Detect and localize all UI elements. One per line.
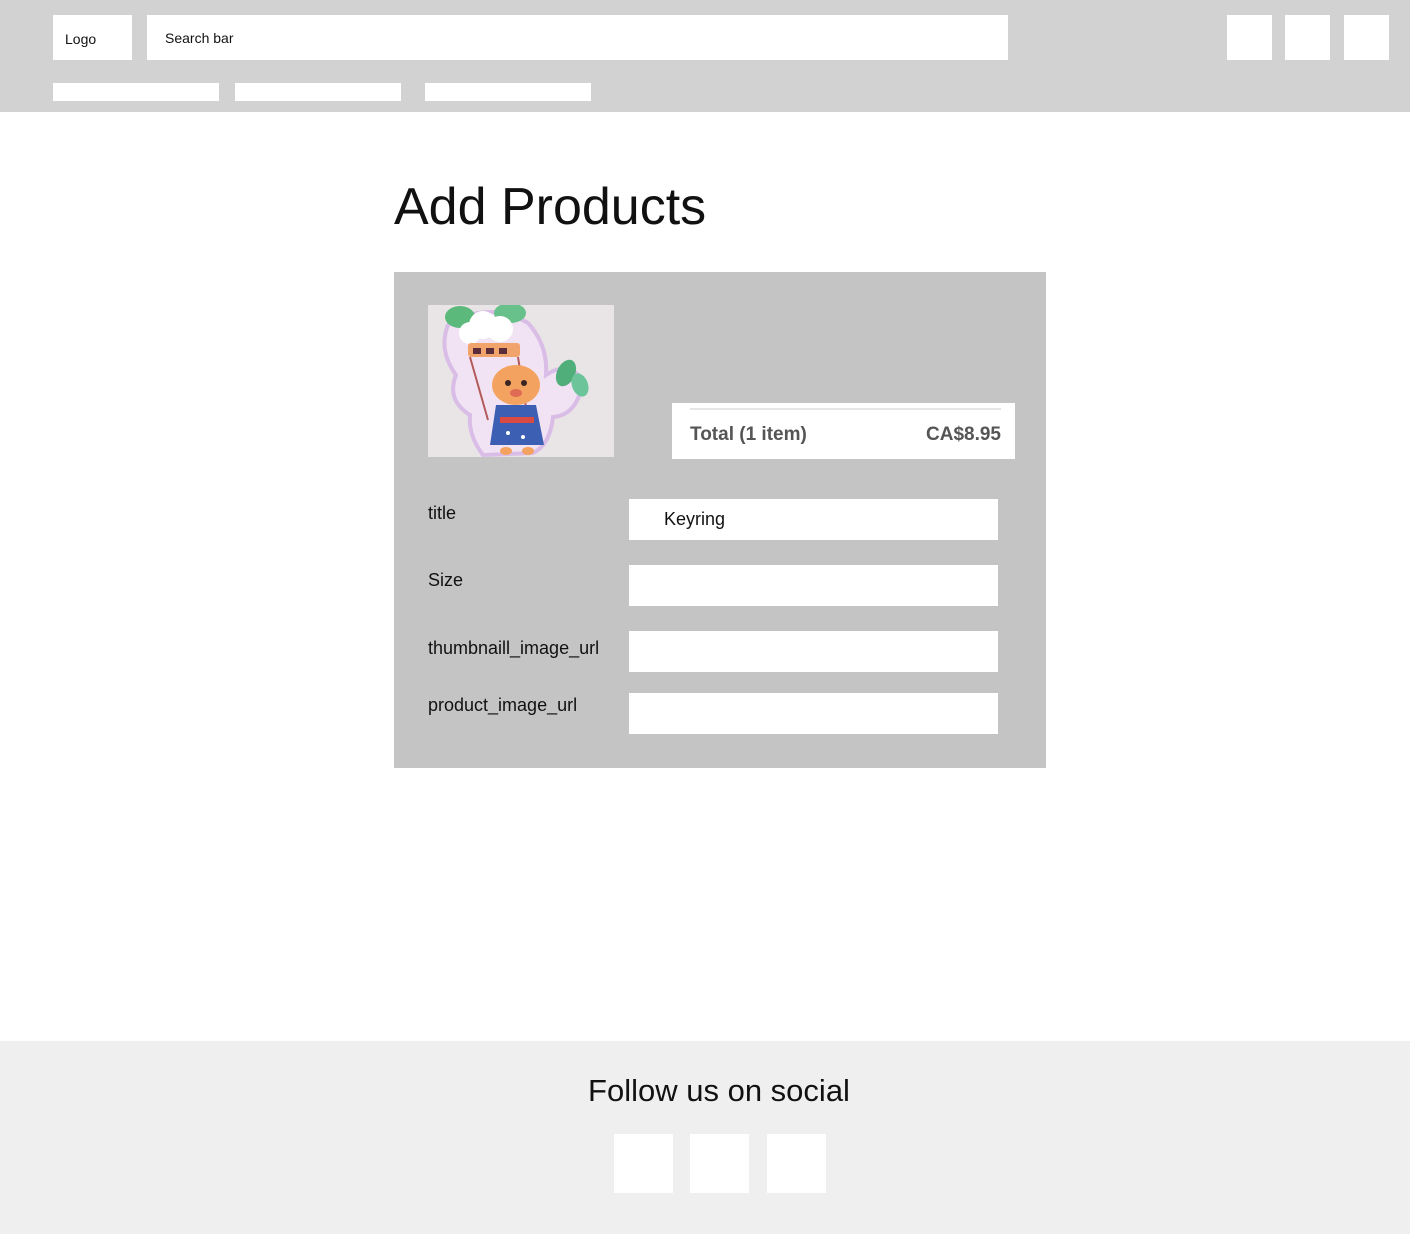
thumbnail-url-input[interactable] (629, 631, 998, 672)
page-title: Add Products (394, 178, 707, 236)
order-total-summary: Total (1 item) CA$8.95 (672, 403, 1015, 459)
nav-item-3[interactable] (425, 83, 591, 101)
header-icon-button-3[interactable] (1344, 15, 1389, 60)
product-form-panel: Total (1 item) CA$8.95 title Size thumbn… (394, 272, 1046, 768)
search-input[interactable] (147, 15, 1008, 60)
field-label-thumbnail-url: thumbnaill_image_url (428, 638, 600, 658)
field-label-product-image-url: product_image_url (428, 695, 578, 715)
total-label: Total (1 item) (690, 424, 807, 445)
social-icon-2[interactable] (690, 1134, 749, 1193)
footer-title: Follow us on social (588, 1073, 850, 1108)
header-icon-button-2[interactable] (1285, 15, 1330, 60)
social-icon-3[interactable] (767, 1134, 826, 1193)
social-icon-1[interactable] (614, 1134, 673, 1193)
footer: Follow us on social (0, 1041, 1410, 1234)
nav-item-1[interactable] (53, 83, 219, 101)
field-label-size: Size (428, 570, 464, 590)
nav-item-2[interactable] (235, 83, 401, 101)
total-price: CA$8.95 (926, 424, 1001, 445)
field-label-title: title (428, 503, 457, 523)
logo[interactable]: Logo (53, 15, 132, 60)
product-image (428, 305, 614, 457)
title-input[interactable] (629, 499, 998, 540)
header-icon-button-1[interactable] (1227, 15, 1272, 60)
product-image-url-input[interactable] (629, 693, 998, 734)
header: Logo (0, 0, 1410, 112)
size-input[interactable] (629, 565, 998, 606)
divider (690, 408, 1001, 410)
